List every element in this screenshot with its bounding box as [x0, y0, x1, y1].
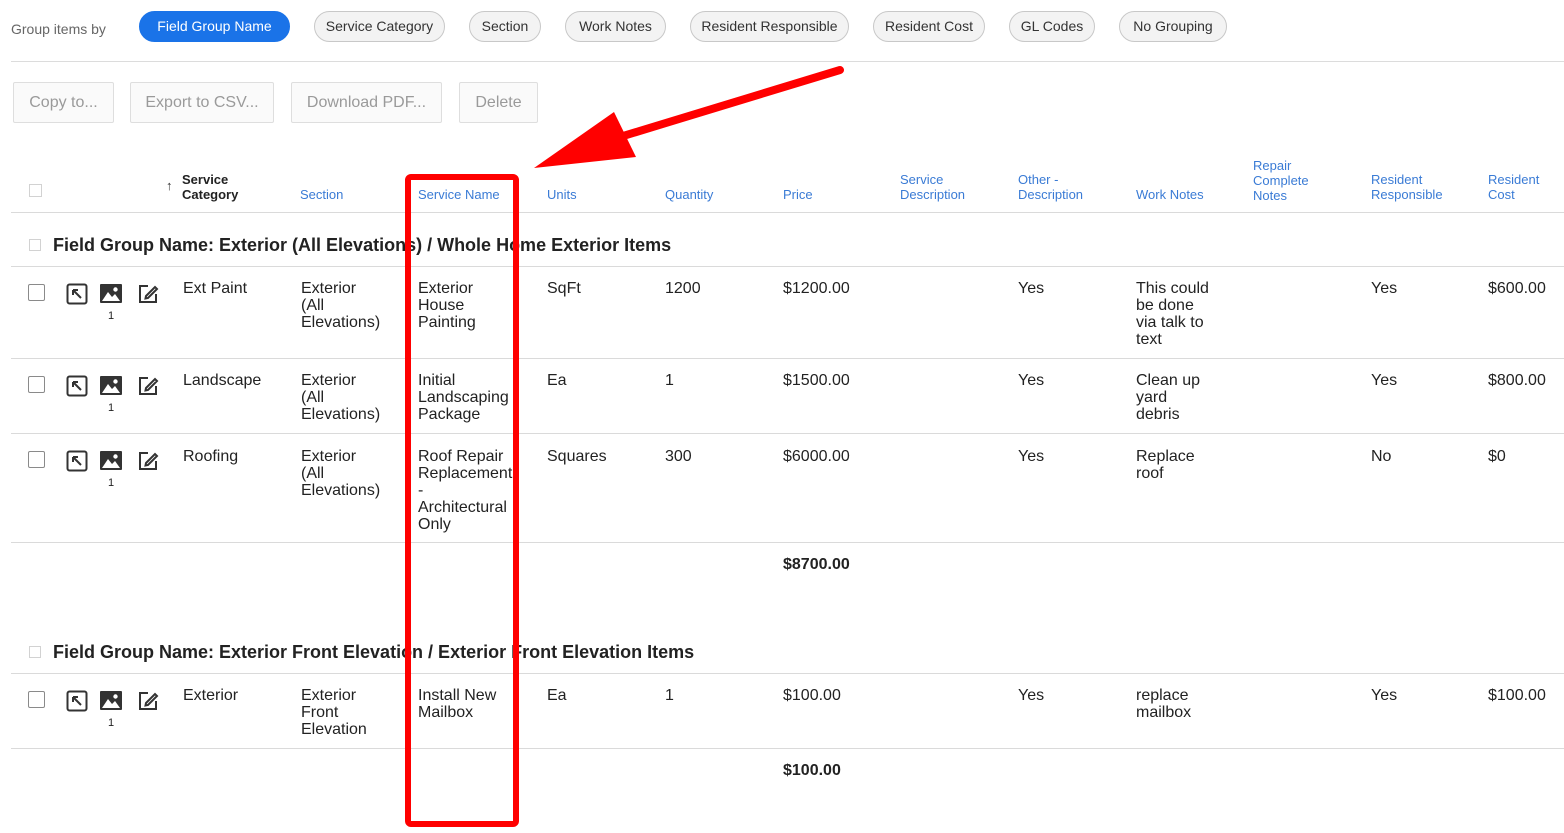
row-checkbox[interactable]	[28, 451, 45, 468]
cell-quantity: 1	[665, 372, 674, 389]
cell-price: $100.00	[783, 687, 841, 704]
edit-icon[interactable]	[137, 375, 159, 397]
cell-section: Exterior Front Elevation	[301, 687, 367, 738]
column-quantity[interactable]: Quantity	[665, 187, 713, 202]
expand-icon[interactable]	[66, 283, 88, 305]
group-pill-work-notes[interactable]: Work Notes	[565, 11, 666, 42]
cell-service-category: Exterior	[183, 687, 239, 704]
export-csv-button[interactable]: Export to CSV...	[130, 82, 274, 123]
column-service-description[interactable]: Service Description	[900, 172, 965, 202]
row-divider	[11, 358, 1564, 359]
cell-resident-cost: $600.00	[1488, 280, 1546, 297]
row-checkbox[interactable]	[28, 376, 45, 393]
cell-other-description: Yes	[1018, 448, 1045, 465]
cell-resident-responsible: Yes	[1371, 372, 1398, 389]
column-section[interactable]: Section	[300, 187, 343, 202]
image-count: 1	[107, 477, 115, 489]
cell-resident-cost: $100.00	[1488, 687, 1546, 704]
row-checkbox[interactable]	[28, 691, 45, 708]
cell-work-notes: Clean up yard debris	[1136, 372, 1201, 423]
group-title: Field Group Name: Exterior (All Elevatio…	[53, 235, 672, 255]
column-service-category[interactable]: Service Category	[182, 172, 238, 202]
cell-price: $6000.00	[783, 448, 850, 465]
column-units[interactable]: Units	[547, 187, 577, 202]
image-count: 1	[107, 402, 115, 414]
expand-icon[interactable]	[66, 690, 88, 712]
group-by-label: Group items by	[11, 21, 106, 37]
column-work-notes[interactable]: Work Notes	[1136, 187, 1204, 202]
sort-up-icon[interactable]: ↑	[166, 178, 173, 193]
cell-work-notes: replace mailbox	[1136, 687, 1192, 721]
divider	[11, 61, 1564, 62]
column-resident-cost[interactable]: Resident Cost	[1488, 172, 1539, 202]
column-other-description[interactable]: Other - Description	[1018, 172, 1083, 202]
cell-service-category: Roofing	[183, 448, 239, 465]
cell-resident-cost: $800.00	[1488, 372, 1546, 389]
group-pill-no-grouping[interactable]: No Grouping	[1119, 11, 1227, 42]
cell-quantity: 300	[665, 448, 692, 465]
cell-price: $1200.00	[783, 280, 850, 297]
delete-button[interactable]: Delete	[459, 82, 538, 123]
image-icon[interactable]	[100, 375, 122, 397]
column-price[interactable]: Price	[783, 187, 813, 202]
image-icon[interactable]	[100, 690, 122, 712]
row-divider	[11, 433, 1564, 434]
row-divider	[11, 266, 1564, 267]
cell-service-category: Landscape	[183, 372, 262, 389]
highlight-box	[405, 174, 519, 827]
group-by-bar: Group items by Field Group Name Service …	[0, 0, 1564, 62]
cell-section: Exterior (All Elevations)	[301, 448, 381, 499]
group-checkbox[interactable]	[29, 239, 41, 251]
cell-resident-cost: $0	[1488, 448, 1506, 465]
image-count: 1	[107, 310, 115, 322]
group-checkbox[interactable]	[29, 646, 41, 658]
group-pill-resident-cost[interactable]: Resident Cost	[873, 11, 985, 42]
edit-icon[interactable]	[137, 283, 159, 305]
cell-work-notes: This could be done via talk to text	[1136, 280, 1209, 348]
column-resident-responsible[interactable]: Resident Responsible	[1371, 172, 1443, 202]
group-pill-service-category[interactable]: Service Category	[314, 11, 445, 42]
group-total: $8700.00	[783, 556, 850, 573]
image-count: 1	[107, 717, 115, 729]
cell-quantity: 1	[665, 687, 674, 704]
group-pill-gl-codes[interactable]: GL Codes	[1009, 11, 1095, 42]
cell-section: Exterior (All Elevations)	[301, 372, 381, 423]
cell-units: SqFt	[547, 280, 581, 297]
row-divider	[11, 673, 1564, 674]
cell-quantity: 1200	[665, 280, 701, 297]
cell-price: $1500.00	[783, 372, 850, 389]
image-icon[interactable]	[100, 283, 122, 305]
group-pill-section[interactable]: Section	[469, 11, 541, 42]
cell-units: Ea	[547, 687, 567, 704]
expand-icon[interactable]	[66, 450, 88, 472]
edit-icon[interactable]	[137, 690, 159, 712]
image-icon[interactable]	[100, 450, 122, 472]
column-repair-complete-notes[interactable]: Repair Complete Notes	[1253, 158, 1309, 203]
header-divider	[11, 212, 1564, 213]
cell-units: Ea	[547, 372, 567, 389]
edit-icon[interactable]	[137, 450, 159, 472]
group-pill-field-group-name[interactable]: Field Group Name	[139, 11, 290, 42]
row-checkbox[interactable]	[28, 284, 45, 301]
cell-other-description: Yes	[1018, 372, 1045, 389]
cell-resident-responsible: No	[1371, 448, 1392, 465]
annotation-arrow-icon	[534, 66, 844, 168]
cell-resident-responsible: Yes	[1371, 687, 1398, 704]
group-total: $100.00	[783, 762, 841, 779]
download-pdf-button[interactable]: Download PDF...	[291, 82, 442, 123]
cell-other-description: Yes	[1018, 687, 1045, 704]
cell-resident-responsible: Yes	[1371, 280, 1398, 297]
group-pill-resident-responsible[interactable]: Resident Responsible	[690, 11, 849, 42]
group-title: Field Group Name: Exterior Front Elevati…	[53, 642, 695, 662]
cell-work-notes: Replace roof	[1136, 448, 1195, 482]
copy-to-button[interactable]: Copy to...	[13, 82, 114, 123]
row-divider	[11, 748, 1564, 749]
cell-section: Exterior (All Elevations)	[301, 280, 381, 331]
cell-other-description: Yes	[1018, 280, 1045, 297]
select-all-checkbox[interactable]	[29, 184, 42, 197]
cell-units: Squares	[547, 448, 607, 465]
row-divider	[11, 542, 1564, 543]
cell-service-category: Ext Paint	[183, 280, 248, 297]
expand-icon[interactable]	[66, 375, 88, 397]
